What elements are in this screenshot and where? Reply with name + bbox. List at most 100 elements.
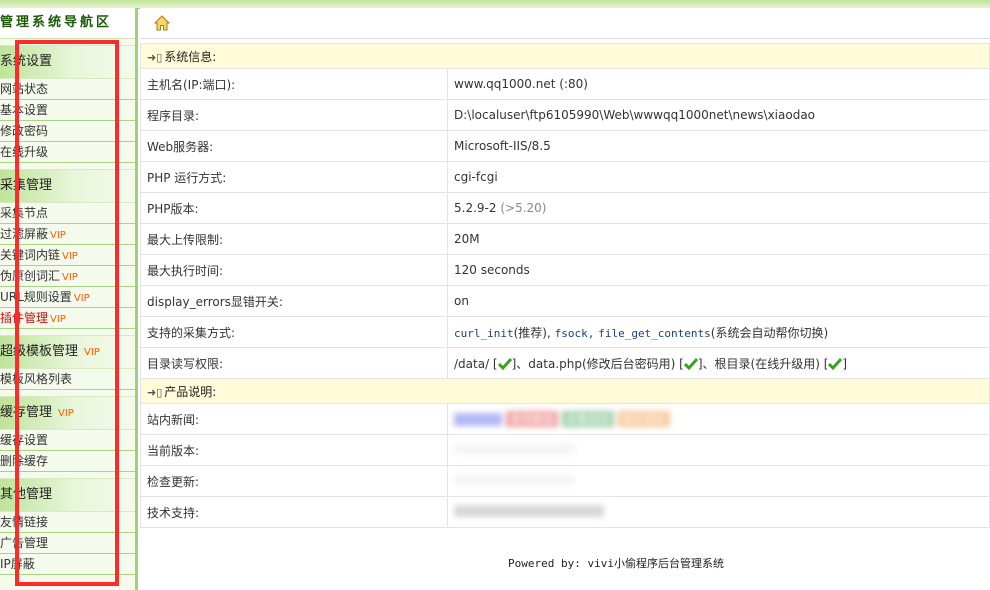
table-row: 程序目录: D:\localuser\ftp6105990\Web\wwwqq1… [140,99,990,131]
system-info-table: ➜▯ 系统信息: 主机名(IP:端口): www.qq1000.net (:80)… [140,43,990,528]
arrow-doc-icon: ➜▯ [147,385,163,399]
check-icon [683,357,698,370]
sidebar-group-title[interactable]: 系统设置 [0,45,135,79]
sidebar-group-collect: 采集管理 采集节点 过滤屏蔽 VIP 关键词内链 VIP 伪原创词汇 VIP URL规… [0,169,135,329]
item-label: URL规则设置 [0,290,72,304]
item-label: 基本设置 [0,103,49,117]
item-label: 在线升级 [0,145,49,159]
news-blurred: 使用教程 采集规则 购买授权 [454,411,674,427]
row-value: /data/ [ ]、data.php(修改后台密码用) [ ]、根目录(在线升级用… [447,347,990,379]
section-title: 产品说明: [164,384,217,399]
row-label: Web服务器: [140,130,448,162]
sidebar-item-basic-settings[interactable]: 基本设置 [0,100,135,121]
news-tag[interactable]: 采集规则 [562,411,614,427]
group-label: 缓存管理 [0,405,53,420]
method-fsock: fsock, [554,326,595,340]
group-label: 其他管理 [0,487,53,502]
sidebar-group-title[interactable]: 其他管理 [0,478,135,512]
home-bar [140,8,990,39]
php-version: 5.2.9-2 [454,201,497,215]
sidebar-group-title[interactable]: 缓存管理 VIP [0,396,135,430]
news-tag[interactable]: 购买授权 [618,411,670,427]
sidebar-group-title[interactable]: 超级模板管理 VIP [0,335,135,369]
item-label: IP屏蔽 [0,557,35,571]
row-value: curl_init(推荐), fsock, file_get_contents(… [447,316,990,348]
row-value [447,434,990,466]
sidebar-item-online-upgrade[interactable]: 在线升级 [0,142,135,163]
section-header-product: ➜▯ 产品说明: [140,378,990,404]
table-row: display_errors显错开关: on [140,285,990,317]
sidebar-item-url-rules[interactable]: URL规则设置 VIP [0,287,135,308]
row-label: 支持的采集方式: [140,316,448,348]
sidebar-item-filter[interactable]: 过滤屏蔽 VIP [0,224,135,245]
table-row: 最大执行时间: 120 seconds [140,254,990,286]
row-value: 5.2.9-2 (>5.20) [447,192,990,224]
item-label: 插件管理 [0,311,49,325]
method-note: (推荐), [513,325,551,340]
sidebar-item-site-status[interactable]: 网站状态 [0,79,135,100]
news-tag[interactable]: 使用教程 [506,411,558,427]
item-label: 删除缓存 [0,454,49,468]
table-row: 检查更新: [140,465,990,497]
row-value: on [447,285,990,317]
sidebar-item-keyword-links[interactable]: 关键词内链 VIP [0,245,135,266]
row-value: www.qq1000.net (:80) [447,68,990,100]
item-label: 友情链接 [0,515,49,529]
section-header-system-info: ➜▯ 系统信息: [140,43,990,69]
row-label: 最大执行时间: [140,254,448,286]
row-label: 站内新闻: [140,403,448,435]
row-label: 技术支持: [140,496,448,528]
item-label: 修改密码 [0,124,49,138]
host-value: www.qq1000.net [454,77,556,91]
perm-text: ]、data.php(修改后台密码用) [ [511,356,684,371]
table-row: Web服务器: Microsoft-IIS/8.5 [140,130,990,162]
sidebar-item-friend-links[interactable]: 友情链接 [0,512,135,533]
sidebar-item-template-list[interactable]: 模板风格列表 [0,369,135,390]
sidebar-item-cache-settings[interactable]: 缓存设置 [0,430,135,451]
perm-text: /data/ [ [454,356,498,371]
sidebar-item-clear-cache[interactable]: 删除缓存 [0,451,135,472]
sidebar-item-collect-nodes[interactable]: 采集节点 [0,203,135,224]
method-curl: curl_init [454,326,514,340]
table-row: 主机名(IP:端口): www.qq1000.net (:80) [140,68,990,100]
row-value: 120 seconds [447,254,990,286]
table-row: PHP 运行方式: cgi-fcgi [140,161,990,193]
item-label: 模板风格列表 [0,372,73,386]
row-label: 程序目录: [140,99,448,131]
vip-badge: VIP [62,251,78,262]
sidebar-group-title[interactable]: 采集管理 [0,169,135,203]
row-value: Microsoft-IIS/8.5 [447,130,990,162]
item-label: 采集节点 [0,206,49,220]
main-content: ➜▯ 系统信息: 主机名(IP:端口): www.qq1000.net (:80)… [140,8,990,590]
item-label: 缓存设置 [0,433,49,447]
blurred-value [454,444,574,454]
row-label: 当前版本: [140,434,448,466]
row-label: PHP版本: [140,192,448,224]
sidebar-item-change-password[interactable]: 修改密码 [0,121,135,142]
table-row: 技术支持: [140,496,990,528]
sidebar-item-plugins[interactable]: 插件管理 VIP [0,308,135,329]
row-label: 主机名(IP:端口): [140,68,448,100]
arrow-doc-icon: ➜▯ [147,50,163,64]
perm-text: ]、根目录(在线升级用) [ [697,356,829,371]
sidebar-item-ads[interactable]: 广告管理 [0,533,135,554]
sidebar-group-templates: 超级模板管理 VIP 模板风格列表 [0,335,135,390]
row-label: display_errors显错开关: [140,285,448,317]
sidebar-group-cache: 缓存管理 VIP 缓存设置 删除缓存 [0,396,135,472]
sidebar-item-pseudo-original[interactable]: 伪原创词汇 VIP [0,266,135,287]
row-value: 20M [447,223,990,255]
item-label: 广告管理 [0,536,49,550]
perm-text: ] [842,356,848,371]
item-label: 过滤屏蔽 [0,227,49,241]
row-value [447,496,990,528]
sidebar-group-other: 其他管理 友情链接 广告管理 IP屏蔽 [0,478,135,575]
method-auto-note: (系统会自动帮你切换) [710,325,829,340]
sidebar-item-ip-block[interactable]: IP屏蔽 [0,554,135,575]
check-icon [828,357,843,370]
blurred-value [454,504,604,517]
item-label: 网站状态 [0,82,49,96]
check-icon [497,357,512,370]
row-label: 检查更新: [140,465,448,497]
home-icon[interactable] [154,15,170,31]
table-row: 目录读写权限: /data/ []、data.php(修改后台密码用) []、根… [140,347,990,379]
